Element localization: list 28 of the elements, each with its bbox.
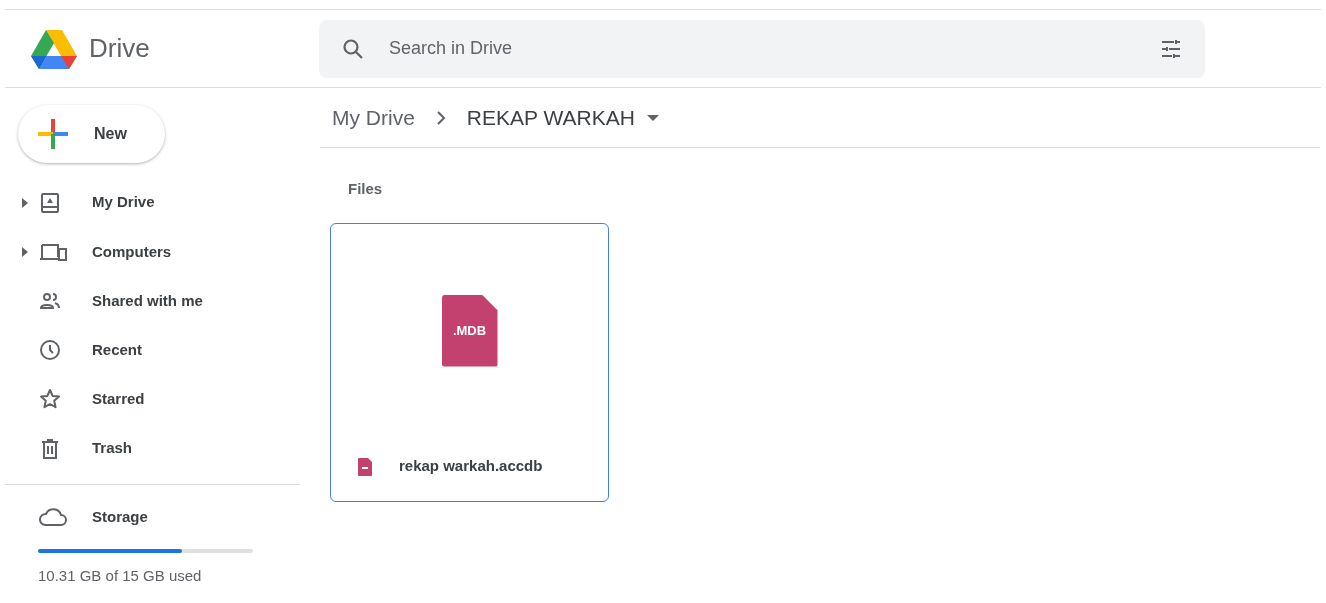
storage-item[interactable]: Storage (38, 505, 300, 530)
nav-item[interactable]: Recent (5, 325, 300, 375)
section-heading: Files (348, 179, 384, 199)
file-thumbnail: .MDB (441, 294, 498, 367)
new-button[interactable]: New (18, 105, 165, 163)
plus-icon (38, 119, 68, 149)
nav-item[interactable]: Shared with me (5, 276, 300, 326)
expand-arrow-icon[interactable] (20, 197, 29, 208)
breadcrumb-item[interactable]: REKAP WARKAH (466, 101, 635, 134)
breadcrumb-item[interactable]: My Drive (332, 101, 415, 134)
chevron-right-icon (434, 110, 447, 125)
search-field[interactable]: Search in Drive (389, 35, 1159, 62)
nav-item[interactable]: My Drive (5, 178, 300, 228)
app-name: Drive (89, 32, 150, 65)
drive-icon (38, 190, 62, 215)
file-card[interactable]: .MDB rekap warkah.accdb (330, 222, 609, 502)
nav-item[interactable]: Computers (5, 227, 300, 277)
file-name: rekap warkah.accdb (399, 456, 543, 477)
nav-item[interactable]: Trash (5, 423, 300, 474)
search-bar[interactable]: Search in Drive (319, 19, 1205, 78)
storage-usage: 10.31 GB of 15 GB used (38, 566, 203, 587)
expand-arrow-icon[interactable] (20, 246, 29, 257)
dropdown-caret-icon[interactable] (646, 114, 659, 121)
clock-icon (38, 338, 62, 363)
drive-logo-icon (31, 28, 77, 69)
search-icon (341, 36, 365, 61)
file-type-icon (357, 456, 373, 477)
nav-item[interactable]: Starred (5, 374, 300, 424)
